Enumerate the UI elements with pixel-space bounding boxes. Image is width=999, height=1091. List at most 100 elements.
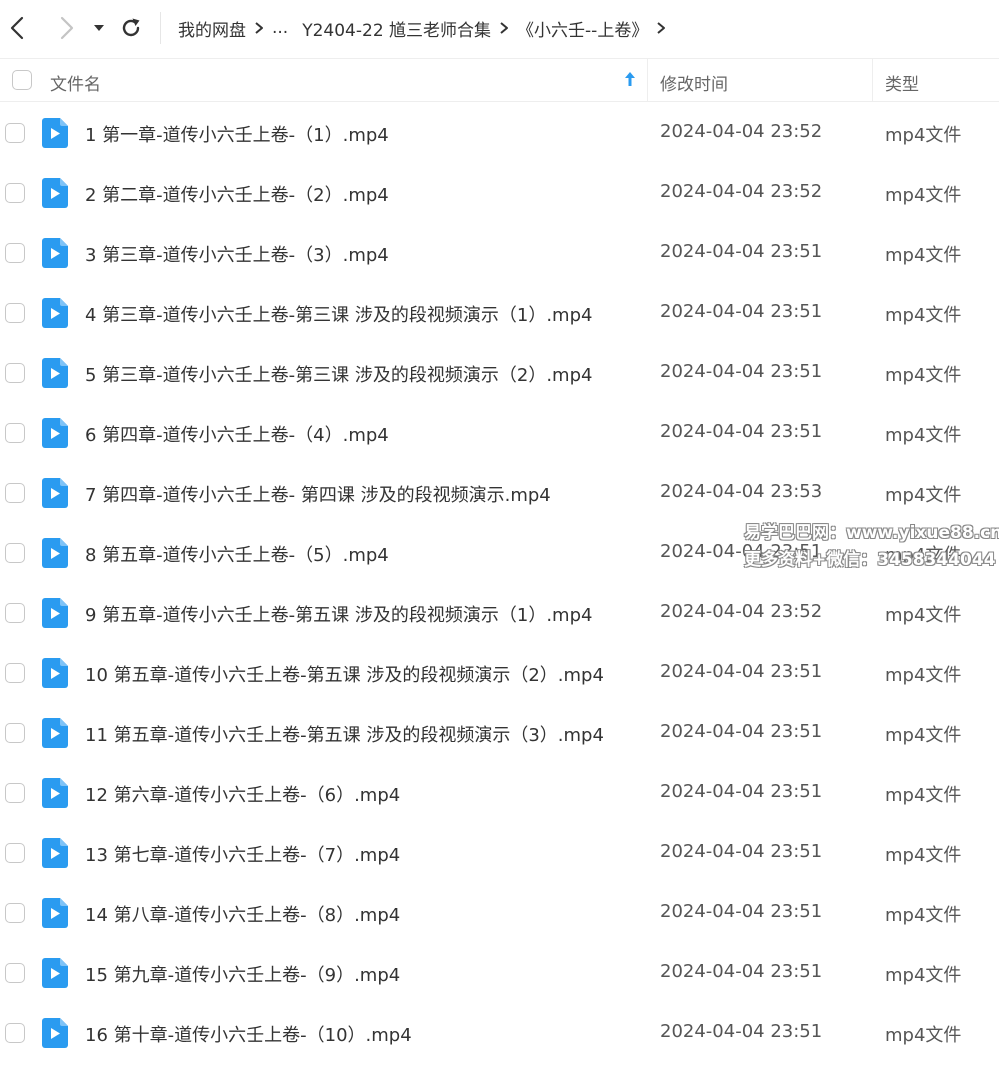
file-name[interactable]: 16 第十章-道传小六壬上卷-（10）.mp4 xyxy=(85,1021,412,1047)
file-name[interactable]: 11 第五章-道传小六壬上卷-第五课 涉及的段视频演示（3）.mp4 xyxy=(85,721,604,747)
file-name[interactable]: 13 第七章-道传小六壬上卷-（7）.mp4 xyxy=(85,841,400,867)
chevron-right-icon xyxy=(491,21,517,35)
row-checkbox[interactable] xyxy=(5,903,25,923)
column-divider[interactable] xyxy=(872,59,873,102)
file-type: mp4文件 xyxy=(885,965,962,986)
video-file-icon xyxy=(42,838,68,868)
file-modified-time: 2024-04-04 23:52 xyxy=(660,181,823,202)
file-name[interactable]: 6 第四章-道传小六壬上卷-（4）.mp4 xyxy=(85,421,389,447)
refresh-icon xyxy=(122,18,140,37)
column-divider[interactable] xyxy=(647,59,648,102)
file-row[interactable]: 15 第九章-道传小六壬上卷-（9）.mp4 2024-04-04 23:51 mp… xyxy=(0,943,999,1003)
file-name[interactable]: 3 第三章-道传小六壬上卷-（3）.mp4 xyxy=(85,241,389,267)
breadcrumb-item-ellipsis[interactable]: ... xyxy=(272,18,288,38)
file-manager-window: 我的网盘 ... Y2404-22 馗三老师合集 《小六壬--上卷》 文件名 修… xyxy=(0,0,999,1091)
file-modified-time: 2024-04-04 23:51 xyxy=(660,781,823,802)
chevron-right-icon xyxy=(246,21,272,35)
file-row[interactable]: 7 第四章-道传小六壬上卷- 第四课 涉及的段视频演示.mp4 2024-04-0… xyxy=(0,463,999,523)
file-modified-time: 2024-04-04 23:51 xyxy=(660,241,823,262)
video-file-icon xyxy=(42,958,68,988)
row-checkbox[interactable] xyxy=(5,303,25,323)
video-file-icon xyxy=(42,298,68,328)
file-modified-time: 2024-04-04 23:52 xyxy=(660,121,823,142)
file-modified-time: 2024-04-04 23:51 xyxy=(660,961,823,982)
row-checkbox[interactable] xyxy=(5,603,25,623)
row-checkbox[interactable] xyxy=(5,1023,25,1043)
file-modified-time: 2024-04-04 23:51 xyxy=(660,901,823,922)
file-type: mp4文件 xyxy=(885,305,962,326)
file-row[interactable]: 3 第三章-道传小六壬上卷-（3）.mp4 2024-04-04 23:51 mp4… xyxy=(0,223,999,283)
file-name[interactable]: 8 第五章-道传小六壬上卷-（5）.mp4 xyxy=(85,541,389,567)
video-file-icon xyxy=(42,898,68,928)
file-row[interactable]: 6 第四章-道传小六壬上卷-（4）.mp4 2024-04-04 23:51 mp4… xyxy=(0,403,999,463)
file-row[interactable]: 9 第五章-道传小六壬上卷-第五课 涉及的段视频演示（1）.mp4 2024-04… xyxy=(0,583,999,643)
file-row[interactable]: 1 第一章-道传小六壬上卷-（1）.mp4 2024-04-04 23:52 mp4… xyxy=(0,103,999,163)
file-row[interactable]: 4 第三章-道传小六壬上卷-第三课 涉及的段视频演示（1）.mp4 2024-04… xyxy=(0,283,999,343)
file-name[interactable]: 15 第九章-道传小六壬上卷-（9）.mp4 xyxy=(85,961,400,987)
file-row[interactable]: 12 第六章-道传小六壬上卷-（6）.mp4 2024-04-04 23:51 mp… xyxy=(0,763,999,823)
row-checkbox[interactable] xyxy=(5,783,25,803)
row-checkbox[interactable] xyxy=(5,183,25,203)
chevron-right-icon[interactable] xyxy=(648,21,674,35)
column-header-type[interactable]: 类型 xyxy=(885,70,919,95)
row-checkbox[interactable] xyxy=(5,723,25,743)
file-name[interactable]: 4 第三章-道传小六壬上卷-第三课 涉及的段视频演示（1）.mp4 xyxy=(85,301,592,327)
row-checkbox[interactable] xyxy=(5,483,25,503)
arrow-up-icon[interactable] xyxy=(624,71,636,92)
file-row[interactable]: 2 第二章-道传小六壬上卷-（2）.mp4 2024-04-04 23:52 mp4… xyxy=(0,163,999,223)
column-header-modified[interactable]: 修改时间 xyxy=(660,70,728,95)
video-file-icon xyxy=(42,478,68,508)
file-type: mp4文件 xyxy=(885,725,962,746)
file-type: mp4文件 xyxy=(885,605,962,626)
row-checkbox[interactable] xyxy=(5,663,25,683)
file-name[interactable]: 9 第五章-道传小六壬上卷-第五课 涉及的段视频演示（1）.mp4 xyxy=(85,601,592,627)
row-checkbox[interactable] xyxy=(5,843,25,863)
forward-button[interactable] xyxy=(52,14,80,42)
row-checkbox[interactable] xyxy=(5,543,25,563)
breadcrumb-item-root[interactable]: 我的网盘 xyxy=(178,16,246,41)
row-checkbox[interactable] xyxy=(5,423,25,443)
back-button[interactable] xyxy=(4,14,32,42)
column-header-name[interactable]: 文件名 xyxy=(50,70,101,95)
breadcrumb-item-current[interactable]: 《小六壬--上卷》 xyxy=(517,16,648,41)
file-type: mp4文件 xyxy=(885,125,962,146)
chevron-right-icon xyxy=(60,16,74,40)
file-row[interactable]: 13 第七章-道传小六壬上卷-（7）.mp4 2024-04-04 23:51 mp… xyxy=(0,823,999,883)
file-name[interactable]: 2 第二章-道传小六壬上卷-（2）.mp4 xyxy=(85,181,389,207)
row-checkbox[interactable] xyxy=(5,963,25,983)
file-name[interactable]: 10 第五章-道传小六壬上卷-第五课 涉及的段视频演示（2）.mp4 xyxy=(85,661,604,687)
video-file-icon xyxy=(42,598,68,628)
file-row[interactable]: 11 第五章-道传小六壬上卷-第五课 涉及的段视频演示（3）.mp4 2024-0… xyxy=(0,703,999,763)
chevron-left-icon xyxy=(10,16,24,40)
video-file-icon xyxy=(42,538,68,568)
history-dropdown-button[interactable] xyxy=(88,14,110,42)
video-file-icon xyxy=(42,658,68,688)
file-name[interactable]: 7 第四章-道传小六壬上卷- 第四课 涉及的段视频演示.mp4 xyxy=(85,481,551,507)
file-name[interactable]: 1 第一章-道传小六壬上卷-（1）.mp4 xyxy=(85,121,389,147)
row-checkbox[interactable] xyxy=(5,363,25,383)
file-list-header: 文件名 修改时间 类型 xyxy=(0,58,999,102)
file-type: mp4文件 xyxy=(885,185,962,206)
file-name[interactable]: 14 第八章-道传小六壬上卷-（8）.mp4 xyxy=(85,901,400,927)
file-name[interactable]: 12 第六章-道传小六壬上卷-（6）.mp4 xyxy=(85,781,400,807)
file-row[interactable]: 5 第三章-道传小六壬上卷-第三课 涉及的段视频演示（2）.mp4 2024-04… xyxy=(0,343,999,403)
toolbar-divider xyxy=(160,12,161,44)
caret-down-icon xyxy=(94,25,104,31)
file-row[interactable]: 10 第五章-道传小六壬上卷-第五课 涉及的段视频演示（2）.mp4 2024-0… xyxy=(0,643,999,703)
breadcrumb-item-collection[interactable]: Y2404-22 馗三老师合集 xyxy=(302,16,491,41)
file-modified-time: 2024-04-04 23:51 xyxy=(660,661,823,682)
file-row[interactable]: 16 第十章-道传小六壬上卷-（10）.mp4 2024-04-04 23:51 m… xyxy=(0,1003,999,1063)
file-modified-time: 2024-04-04 23:51 xyxy=(660,421,823,442)
select-all-checkbox[interactable] xyxy=(12,70,32,90)
file-modified-time: 2024-04-04 23:52 xyxy=(660,601,823,622)
row-checkbox[interactable] xyxy=(5,123,25,143)
file-row[interactable]: 14 第八章-道传小六壬上卷-（8）.mp4 2024-04-04 23:51 mp… xyxy=(0,883,999,943)
file-name[interactable]: 5 第三章-道传小六壬上卷-第三课 涉及的段视频演示（2）.mp4 xyxy=(85,361,592,387)
video-file-icon xyxy=(42,718,68,748)
file-modified-time: 2024-04-04 23:51 xyxy=(660,301,823,322)
row-checkbox[interactable] xyxy=(5,243,25,263)
file-modified-time: 2024-04-04 23:53 xyxy=(660,481,823,502)
file-modified-time: 2024-04-04 23:51 xyxy=(660,841,823,862)
file-row[interactable]: 8 第五章-道传小六壬上卷-（5）.mp4 2024-04-04 23:51 mp4… xyxy=(0,523,999,583)
refresh-button[interactable] xyxy=(117,14,145,42)
